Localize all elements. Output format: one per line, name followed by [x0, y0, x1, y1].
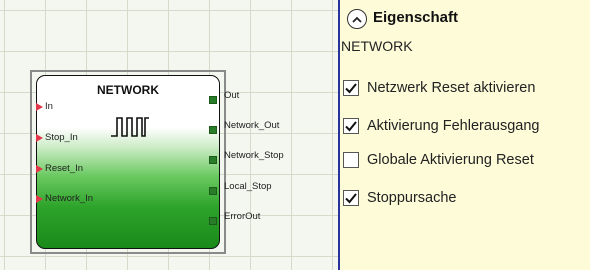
input-arrow-icon	[36, 133, 43, 142]
checkbox[interactable]	[343, 152, 359, 168]
checkmark-icon	[345, 82, 357, 93]
checkmark-icon	[345, 192, 357, 203]
block-title: NETWORK	[97, 83, 159, 97]
output-label: Network_Out	[224, 120, 280, 131]
input-label: Network_In	[45, 193, 94, 204]
output-label: Network_Stop	[224, 150, 284, 161]
input-arrow-icon	[36, 102, 43, 111]
network-block[interactable]: NETWORK In Stop_In Reset_In Network_In O…	[36, 75, 284, 249]
panel-subtitle: NETWORK	[341, 38, 413, 54]
output-pin-local-stop[interactable]	[209, 187, 217, 195]
input-port-in[interactable]: In	[36, 101, 53, 112]
output-pin-out[interactable]	[209, 96, 217, 104]
input-port-reset-in[interactable]: Reset_In	[36, 163, 84, 174]
output-pin-network-out[interactable]	[209, 126, 217, 134]
output-label: ErrorOut	[224, 211, 261, 222]
collapse-button[interactable]	[347, 9, 367, 29]
output-pin-network-stop[interactable]	[209, 156, 217, 164]
checkmark-icon	[345, 120, 357, 131]
input-label: Reset_In	[45, 163, 84, 174]
input-port-stop-in[interactable]: Stop_In	[36, 132, 78, 143]
output-label: Local_Stop	[224, 181, 272, 192]
input-label: In	[45, 101, 53, 112]
properties-panel: Eigenschaft NETWORK Netzwerk Reset aktiv…	[340, 0, 590, 270]
option-label: Netzwerk Reset aktivieren	[367, 80, 536, 96]
input-arrow-icon	[36, 164, 43, 173]
checkbox[interactable]	[343, 80, 359, 96]
input-port-network-in[interactable]: Network_In	[36, 193, 94, 204]
panel-heading: Eigenschaft	[373, 9, 459, 26]
diagram-canvas[interactable]: NETWORK In Stop_In Reset_In Network_In O…	[0, 0, 338, 270]
option-stoppursache[interactable]: Stoppursache	[343, 190, 456, 206]
chevron-up-icon	[352, 16, 362, 23]
option-netzwerk-reset[interactable]: Netzwerk Reset aktivieren	[343, 80, 535, 96]
checkbox[interactable]	[343, 190, 359, 206]
option-label: Aktivierung Fehlerausgang	[367, 118, 540, 134]
option-label: Stoppursache	[367, 190, 457, 206]
checkbox[interactable]	[343, 118, 359, 134]
output-label: Out	[224, 90, 240, 101]
input-arrow-icon	[36, 194, 43, 203]
option-globale-aktivierung-reset[interactable]: Globale Aktivierung Reset	[343, 152, 534, 168]
pulse-wave-icon	[111, 117, 149, 137]
input-label: Stop_In	[45, 132, 78, 143]
output-pin-error-out[interactable]	[209, 217, 217, 225]
option-label: Globale Aktivierung Reset	[367, 152, 534, 168]
option-aktivierung-fehlerausgang[interactable]: Aktivierung Fehlerausgang	[343, 118, 540, 134]
